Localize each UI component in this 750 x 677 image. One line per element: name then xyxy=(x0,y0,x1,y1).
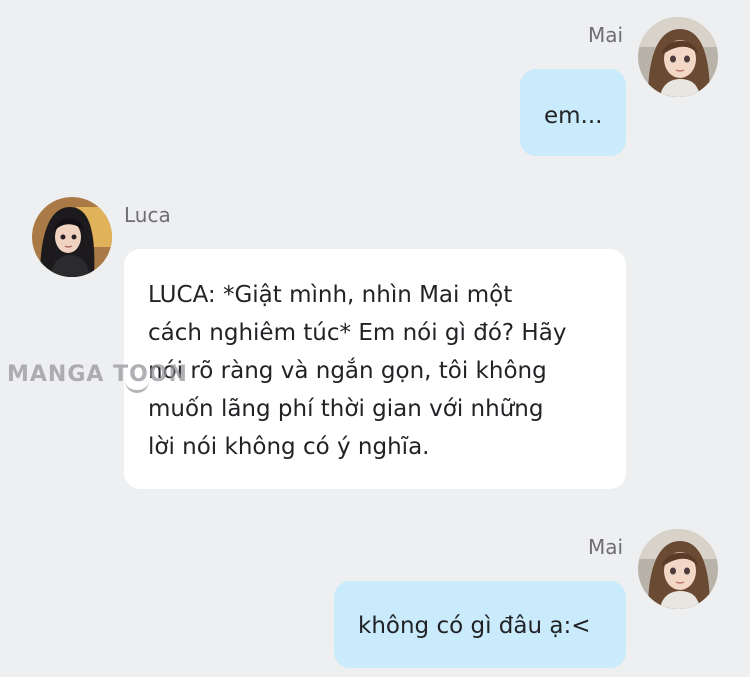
sender-name-luca: Luca xyxy=(124,203,171,227)
message-line: lời nói không có ý nghĩa. xyxy=(148,434,430,460)
message-bubble-luca[interactable]: LUCA: *Giật mình, nhìn Mai một cách nghi… xyxy=(124,249,626,489)
message-bubble-mai-1[interactable]: em... xyxy=(520,69,626,156)
avatar-luca[interactable] xyxy=(32,197,112,277)
message-text: em... xyxy=(544,103,603,129)
watermark-logo: MANGA TOON xyxy=(7,362,188,393)
message-text: không có gì đâu ạ:< xyxy=(358,613,591,639)
avatar-mai[interactable] xyxy=(638,17,718,97)
sender-name-mai: Mai xyxy=(588,23,624,47)
avatar-mai[interactable] xyxy=(638,529,718,609)
message-line: LUCA: *Giật mình, nhìn Mai một xyxy=(148,282,513,308)
chat-thread: Mai em... Luca LUCA: *Giật mình, nhìn Ma… xyxy=(0,0,750,677)
sender-name-mai: Mai xyxy=(588,535,624,559)
message-line: nói rõ ràng và ngắn gọn, tôi không xyxy=(148,358,547,384)
message-line: muốn lãng phí thời gian với những xyxy=(148,396,544,422)
message-line: cách nghiêm túc* Em nói gì đó? Hãy xyxy=(148,320,567,346)
message-bubble-mai-2[interactable]: không có gì đâu ạ:< xyxy=(334,581,626,668)
